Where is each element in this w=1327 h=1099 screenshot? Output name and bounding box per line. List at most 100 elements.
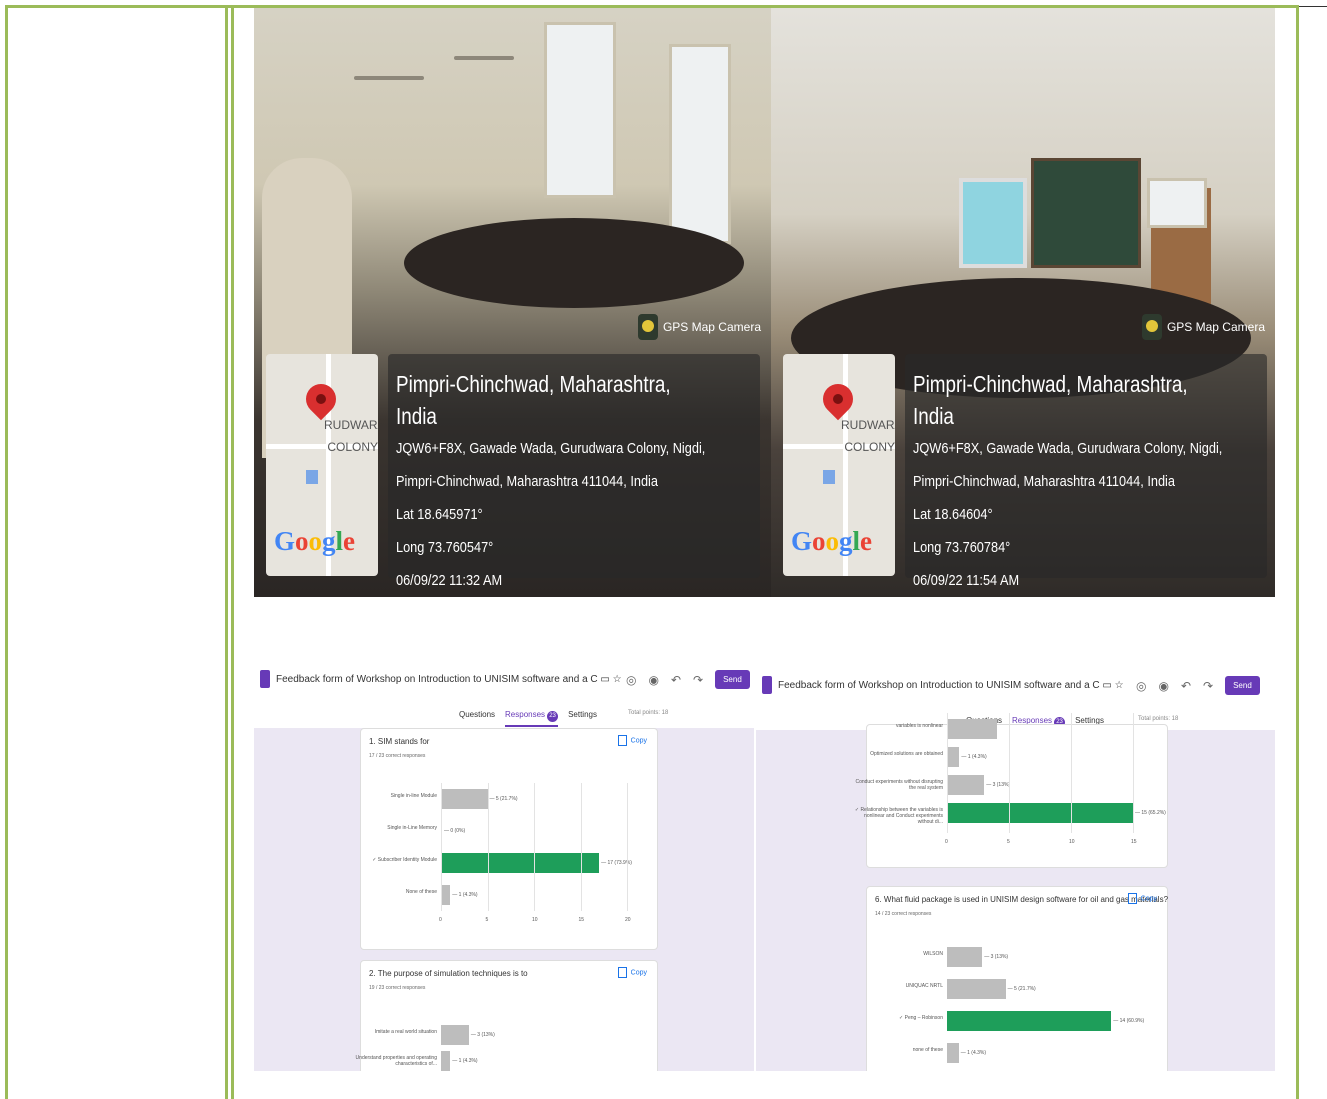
form-tabs: Questions Responses23 Settings — [459, 710, 597, 727]
gps-badge: GPS Map Camera — [1141, 314, 1265, 340]
bar-label: variables is nonlinear — [896, 723, 943, 729]
gps-badge: GPS Map Camera — [637, 314, 761, 340]
correct-summary: 17 / 23 correct responses — [369, 753, 426, 759]
table-border-mid — [225, 5, 228, 1099]
total-points: Total points: 18 — [628, 710, 669, 716]
bar-value: — 15 (65.2%) — [1135, 810, 1166, 816]
redo-icon[interactable]: ↷ — [693, 673, 703, 687]
bar-value: — 5 (21.7%) — [489, 796, 518, 802]
bar — [947, 747, 960, 767]
palette-icon[interactable]: ◎ — [1136, 679, 1146, 693]
palette-icon[interactable]: ◎ — [626, 673, 636, 687]
bar-value: — 3 (13%) — [470, 1032, 495, 1038]
longitude: Long 73.760547° — [396, 539, 494, 556]
bar-label: ✓ Peng – Robinson — [899, 1015, 943, 1021]
window — [669, 44, 731, 244]
bar-label: WILSON — [923, 951, 943, 957]
geotag-info: Pimpri-Chinchwad, Maharashtra, India JQW… — [388, 354, 760, 589]
bar-label: ✓ Subscriber Identity Module — [372, 857, 437, 863]
bar-label: None of these — [405, 889, 437, 895]
bar-value: — 14 (60.9%) — [1113, 1018, 1145, 1024]
bar-label: none of these — [912, 1047, 943, 1053]
question-card-5: variables is nonlinear Optimized solution… — [855, 713, 1168, 868]
address-line-1: JQW6+F8X, Gawade Wada, Gurudwara Colony,… — [913, 440, 1223, 457]
address-line-1: JQW6+F8X, Gawade Wada, Gurudwara Colony,… — [396, 440, 706, 457]
map-marker-icon — [823, 470, 835, 484]
bar — [441, 1025, 469, 1045]
tab-responses[interactable]: Responses 23 — [505, 710, 559, 727]
table-border-mid2 — [231, 5, 234, 1099]
bar — [947, 775, 985, 795]
question-title: 6. What fluid package is used in UNISIM … — [875, 895, 1169, 904]
send-button[interactable]: Send — [715, 670, 750, 689]
bar — [947, 1043, 959, 1063]
blackboard — [1031, 158, 1141, 268]
copy-chart-button[interactable]: Copy — [618, 967, 647, 978]
latitude: Lat 18.64604° — [913, 506, 993, 523]
map-label: RUDWARACOLONY — [841, 418, 895, 454]
form-screenshot-1: Feedback form of Workshop on Introductio… — [254, 658, 754, 1071]
tab-questions[interactable]: Questions — [459, 710, 495, 727]
preview-icon[interactable]: ◉ — [648, 673, 658, 687]
grid-line — [947, 713, 948, 833]
more-icon[interactable]: ⋮ — [1272, 679, 1275, 693]
grid-line — [1009, 713, 1010, 833]
question-card-1: 1. SIM stands for 17 / 23 correct respon… — [360, 728, 658, 950]
bar — [947, 979, 1006, 999]
responses-body: variables is nonlinear Optimized solution… — [756, 713, 1275, 1071]
forms-icon — [762, 676, 772, 694]
form-toolbar: ◎◉↶↷ Send⋮ — [626, 670, 754, 689]
question-card-2: 2. The purpose of simulation techniques … — [356, 960, 658, 1071]
grid-line — [627, 783, 628, 911]
correct-summary: 19 / 23 correct responses — [369, 985, 426, 991]
tick-label: 15 — [578, 917, 585, 923]
bar-value: — 1 (4.3%) — [960, 1050, 987, 1056]
grid-line — [580, 783, 582, 911]
map-thumbnail: RUDWARACOLONY Google — [266, 354, 378, 576]
table-border-right — [1296, 5, 1299, 1099]
table-border-left — [5, 5, 8, 1099]
undo-icon[interactable]: ↶ — [1181, 679, 1191, 693]
send-button[interactable]: Send — [1225, 676, 1260, 695]
grid-line — [487, 783, 489, 911]
bar — [947, 947, 983, 967]
form-screenshot-2: Feedback form of Workshop on Introductio… — [756, 664, 1275, 1071]
undo-icon[interactable]: ↶ — [671, 673, 681, 687]
location-title: Pimpri-Chinchwad, Maharashtra, India — [913, 371, 1188, 429]
forms-icon — [260, 670, 270, 688]
responses-body: 1. SIM stands for 17 / 23 correct respon… — [254, 728, 754, 1071]
bar-value: — 1 (4.3%) — [452, 892, 478, 898]
copy-chart-button[interactable]: Copy — [1128, 893, 1157, 904]
tick-label: 10 — [1069, 839, 1075, 845]
preview-icon[interactable]: ◉ — [1158, 679, 1168, 693]
redo-icon[interactable]: ↷ — [1203, 679, 1213, 693]
bar-label: UNIQUAC NRTL — [905, 983, 943, 989]
bar-value: — 1 (4.3%) — [961, 754, 987, 760]
form-title: Feedback form of Workshop on Introductio… — [778, 680, 1124, 691]
bar-label: Understand properties and operating char… — [355, 1055, 437, 1067]
tab-settings[interactable]: Settings — [568, 710, 597, 727]
copy-chart-button[interactable]: Copy — [618, 735, 647, 746]
bar — [441, 789, 488, 809]
question-title: 2. The purpose of simulation techniques … — [369, 969, 528, 978]
gps-label: GPS Map Camera — [662, 320, 761, 334]
bar-label: Optimized solutions are obtained — [870, 751, 943, 757]
latitude: Lat 18.645971° — [396, 506, 483, 523]
address-line-2: Pimpri-Chinchwad, Maharashtra 411044, In… — [396, 473, 658, 490]
top-right-line — [1299, 6, 1327, 7]
tick-label: 0 — [945, 839, 948, 845]
geotag-info: Pimpri-Chinchwad, Maharashtra, India JQW… — [905, 354, 1267, 589]
form-header: Feedback form of Workshop on Introductio… — [254, 658, 754, 728]
bar-value: — 1 (4.3%) — [452, 1058, 478, 1064]
datetime: 06/09/22 11:54 AM — [913, 572, 1020, 589]
bar-value: — 3 (13%) — [984, 954, 1009, 960]
bar-label: Single in-Line Memory — [387, 825, 437, 831]
tick-label: 5 — [485, 917, 489, 923]
bar — [441, 1051, 451, 1071]
bar-label: Imitate a real world situation — [374, 1029, 437, 1035]
google-logo: Google — [791, 526, 873, 556]
datetime: 06/09/22 11:32 AM — [396, 572, 503, 589]
tick-label: 5 — [1007, 839, 1010, 845]
projector-screen — [959, 178, 1027, 268]
correct-summary: 14 / 23 correct responses — [875, 911, 932, 917]
